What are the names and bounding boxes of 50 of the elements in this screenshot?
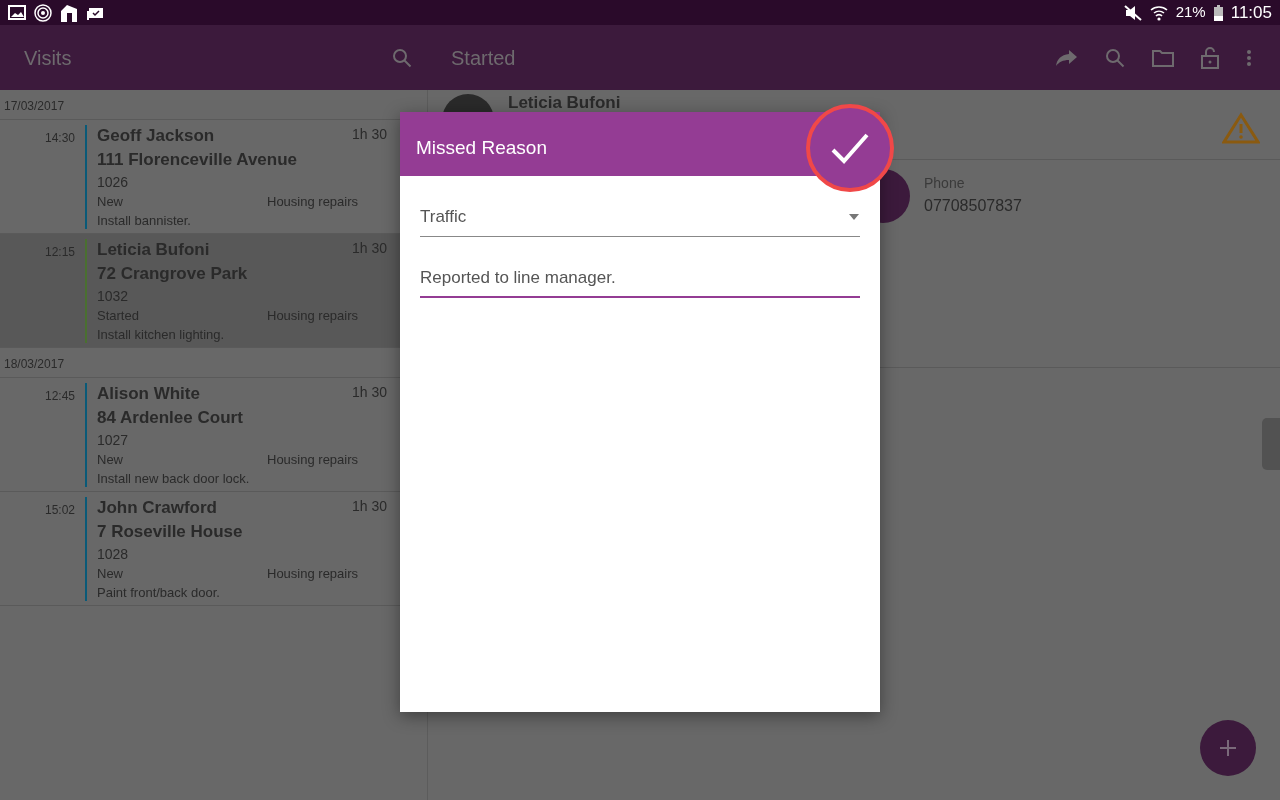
visit-time: 15:02 — [43, 502, 76, 519]
visit-number: 1027 — [97, 431, 130, 450]
visit-category: Housing repairs — [267, 193, 359, 211]
search-icon[interactable] — [392, 47, 412, 68]
note-field[interactable]: Reported to line manager. — [420, 258, 860, 298]
visit-time: 12:45 — [43, 388, 76, 405]
visit-description: Install bannister. — [97, 212, 192, 230]
mute-icon — [1123, 4, 1142, 21]
visit-name: Alison White — [97, 383, 200, 405]
clock: 11:05 — [1230, 1, 1272, 24]
visit-number: 1026 — [97, 173, 130, 192]
visit-description: Paint front/back door. — [97, 584, 221, 602]
visit-category: Housing repairs — [267, 451, 359, 469]
folder-icon[interactable] — [1152, 48, 1174, 67]
house-icon — [60, 3, 78, 22]
toolbar-title: Visits — [24, 45, 72, 71]
visit-time: 14:30 — [43, 130, 76, 147]
visit-number: 1028 — [97, 545, 130, 564]
visit-address: 7 Roseville House — [97, 521, 244, 543]
reason-dropdown[interactable]: Traffic — [420, 198, 860, 237]
visit-description: Install new back door lock. — [97, 470, 251, 488]
checkmark-icon — [830, 132, 870, 164]
image-icon — [8, 5, 26, 20]
toolbar-title: Started — [451, 45, 517, 71]
search-icon[interactable] — [1105, 47, 1125, 68]
dialog-title: Missed Reason — [416, 137, 547, 158]
visit-status: New — [97, 451, 124, 469]
visit-duration: 1h 30 — [351, 497, 387, 516]
visit-duration: 1h 30 — [351, 125, 387, 144]
dropdown-caret-icon — [848, 213, 860, 221]
add-button[interactable] — [1200, 720, 1256, 776]
battery-percentage: 21% — [1175, 2, 1206, 23]
visit-name: John Crawford — [97, 497, 217, 519]
unlock-icon[interactable] — [1201, 46, 1219, 69]
warning-icon — [1222, 112, 1260, 144]
visit-status: New — [97, 193, 124, 211]
visit-status: New — [97, 565, 124, 583]
contact-name: Leticia Bufoni — [507, 94, 622, 112]
more-icon[interactable] — [1246, 48, 1252, 67]
share-icon[interactable] — [1056, 49, 1078, 66]
battery-icon — [1213, 4, 1223, 21]
visit-duration: 1h 30 — [351, 383, 387, 402]
visit-address: 111 Florenceville Avenue — [97, 149, 298, 171]
visit-name: Geoff Jackson — [97, 125, 215, 147]
plus-icon — [1219, 739, 1237, 757]
phone-number: 07708507837 — [924, 196, 1022, 216]
visit-address: 84 Ardenlee Court — [97, 407, 244, 429]
wifi-icon — [1149, 4, 1168, 21]
target-icon — [34, 3, 52, 22]
visit-category: Housing repairs — [267, 565, 359, 583]
